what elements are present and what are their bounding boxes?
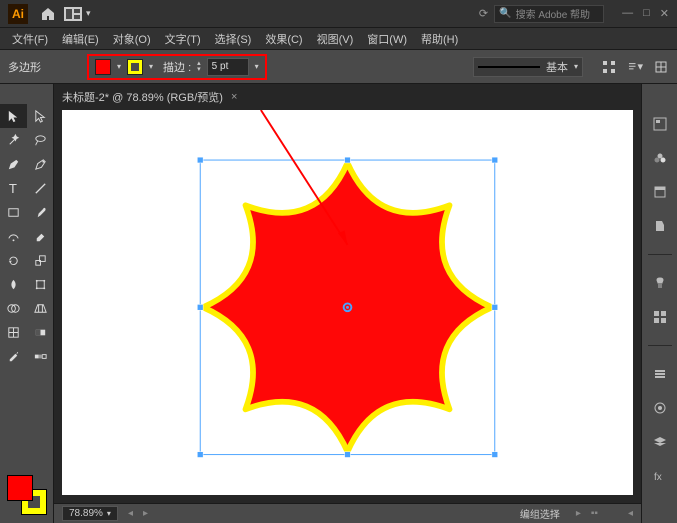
eyedropper-tool[interactable] [0,344,27,368]
stroke-value-dropdown[interactable]: ▾ [255,62,259,71]
swatches-panel-icon[interactable] [650,216,670,236]
symbols-panel-icon[interactable] [650,273,670,293]
svg-text:T: T [9,181,17,196]
arrange-icon[interactable] [653,59,669,75]
rectangle-tool[interactable] [0,200,27,224]
color-panel-icon[interactable] [650,148,670,168]
workspace-switcher[interactable]: ▾ [64,7,91,21]
transform-icon[interactable]: ▾ [627,59,643,75]
svg-text:fx: fx [654,472,662,483]
canvas[interactable] [62,110,633,495]
stroke-stepper[interactable]: ▴▾ [197,61,201,73]
appearance-panel-icon[interactable] [650,398,670,418]
menu-edit[interactable]: 编辑(E) [56,29,105,49]
direct-selection-tool[interactable] [27,104,54,128]
zoom-level[interactable]: 78.89%▾ [62,506,118,521]
line-tool[interactable] [27,176,54,200]
brushes-panel-icon[interactable] [650,307,670,327]
shape-builder-tool[interactable] [0,296,27,320]
transparency-panel-icon[interactable]: fx [650,466,670,486]
search-input[interactable]: 🔍搜索 Adobe 帮助 [494,5,604,23]
maximize-button[interactable]: □ [643,7,650,20]
rotate-tool[interactable] [0,248,27,272]
menu-window[interactable]: 窗口(W) [361,29,413,49]
stroke-dropdown[interactable]: ▾ [149,62,153,71]
app-logo: Ai [8,4,28,24]
fill-stroke-indicator[interactable] [7,475,47,515]
home-icon[interactable] [40,6,56,22]
fill-color-big[interactable] [7,475,33,501]
sync-icon[interactable]: ⟳ [479,7,488,20]
toolbox: T [0,84,54,523]
highlighted-controls: ▾ ▾ 描边 : ▴▾ 5 pt ▾ [87,54,267,80]
magic-wand-tool[interactable] [0,128,27,152]
align-icon[interactable] [601,59,617,75]
menu-file[interactable]: 文件(F) [6,29,54,49]
gradient-tool[interactable] [27,320,54,344]
eraser-tool[interactable] [27,224,54,248]
menu-select[interactable]: 选择(S) [209,29,258,49]
stroke-panel-icon[interactable] [650,364,670,384]
selection-status: 编组选择 [520,506,560,521]
document-tab-title[interactable]: 未标题-2* @ 78.89% (RGB/预览) [62,89,223,105]
shape-type-label: 多边形 [8,59,41,75]
minimize-button[interactable]: — [622,7,633,20]
mesh-tool[interactable] [0,320,27,344]
fill-dropdown[interactable]: ▾ [117,62,121,71]
close-button[interactable]: ✕ [660,7,669,20]
menu-type[interactable]: 文字(T) [159,29,207,49]
scale-tool[interactable] [27,248,54,272]
menu-view[interactable]: 视图(V) [311,29,360,49]
graphic-style-label: 基本 [546,59,568,75]
close-tab-icon[interactable]: × [231,91,237,103]
stroke-label: 描边 : [163,59,191,75]
fill-color-swatch[interactable] [95,59,111,75]
layers-panel-icon[interactable] [650,432,670,452]
search-placeholder: 搜索 Adobe 帮助 [516,6,590,21]
menu-help[interactable]: 帮助(H) [415,29,464,49]
graphic-style-dropdown[interactable]: 基本 ▾ [473,57,583,77]
menu-effect[interactable]: 效果(C) [259,29,308,49]
menu-object[interactable]: 对象(O) [107,29,157,49]
selection-tool[interactable] [0,104,27,128]
pen-tool[interactable] [0,152,27,176]
stroke-value-input[interactable]: 5 pt [207,58,249,76]
libraries-panel-icon[interactable] [650,182,670,202]
blend-tool[interactable] [27,344,54,368]
lasso-tool[interactable] [27,128,54,152]
type-tool[interactable]: T [0,176,27,200]
curvature-tool[interactable] [27,152,54,176]
shaper-tool[interactable] [0,224,27,248]
panel-dock: fx [641,84,677,523]
stroke-color-swatch[interactable] [127,59,143,75]
width-tool[interactable] [0,272,27,296]
perspective-tool[interactable] [27,296,54,320]
menu-bar: 文件(F) 编辑(E) 对象(O) 文字(T) 选择(S) 效果(C) 视图(V… [0,28,677,50]
properties-panel-icon[interactable] [650,114,670,134]
paintbrush-tool[interactable] [27,200,54,224]
free-transform-tool[interactable] [27,272,54,296]
